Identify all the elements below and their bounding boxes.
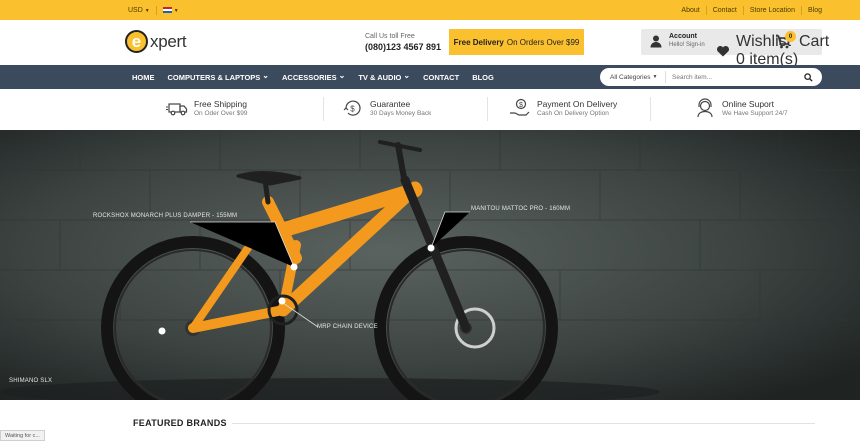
cart-link[interactable]: 0 Cart <box>775 31 830 51</box>
divider <box>155 6 157 15</box>
nav-item-label: TV & AUDIO <box>358 72 402 82</box>
top-bar: USD ▼ ▼ About Contact Store Location Blog <box>0 0 860 20</box>
top-bar-left: USD ▼ ▼ <box>128 6 179 15</box>
feature-title: Payment On Delivery <box>537 98 618 109</box>
free-delivery-banner: Free Delivery On Orders Over $99 <box>449 29 584 55</box>
feature-free-shipping: Free Shipping On Oder Over $99 <box>166 98 247 118</box>
divider <box>487 97 488 121</box>
nav-item-computers-laptops[interactable]: COMPUTERS & LAPTOPS ⌄ <box>167 71 270 82</box>
search-button[interactable] <box>794 68 822 86</box>
truck-icon <box>166 103 188 116</box>
delivery-text: On Orders Over $99 <box>506 37 580 47</box>
cash-hand-icon: $ <box>510 98 530 116</box>
svg-text:$: $ <box>350 105 355 114</box>
call-label: Call Us toll Free <box>365 33 415 40</box>
logo[interactable]: e xpert <box>125 30 187 53</box>
feature-title: Online Suport <box>722 98 774 109</box>
nav-item-accessories[interactable]: ACCESSORIES ⌄ <box>282 71 346 82</box>
account-panel: Account Hello! Sign-in Wishlist 0 item(s… <box>641 29 829 68</box>
logo-mark: e <box>125 30 148 53</box>
feature-title: Guarantee <box>370 98 411 109</box>
divider <box>323 97 324 121</box>
user-icon <box>650 35 662 48</box>
feature-guarantee: $ Guarantee 30 Days Money Back <box>342 98 431 118</box>
nav-item-blog[interactable]: BLOG <box>472 73 494 82</box>
nav-item-label: BLOG <box>472 72 494 82</box>
delivery-bold: Free Delivery <box>453 37 504 47</box>
feature-subtitle: We Have Support 24/7 <box>722 109 788 117</box>
feature-title: Free Shipping <box>194 98 247 109</box>
search-input[interactable] <box>666 73 794 81</box>
top-link-blog[interactable]: Blog <box>808 7 822 14</box>
nav-item-label: ACCESSORIES <box>282 72 337 82</box>
nav-item-label: CONTACT <box>423 72 460 82</box>
features-bar: Free Shipping On Oder Over $99 $ Guarant… <box>0 89 860 130</box>
browser-status-bar: Waiting for c... <box>0 430 45 441</box>
phone-number[interactable]: (080)123 4567 891 <box>365 42 441 53</box>
divider <box>800 6 802 15</box>
account-link[interactable]: Account Hello! Sign-in <box>649 33 705 49</box>
feature-subtitle: 30 Days Money Back <box>370 109 432 117</box>
account-subtitle: Hello! Sign-in <box>669 42 705 48</box>
nav-item-tv-audio[interactable]: TV & AUDIO ⌄ <box>358 71 411 82</box>
divider <box>742 6 744 15</box>
feature-payment-on-delivery: $ Payment On Delivery Cash On Delivery O… <box>509 98 617 118</box>
feature-online-support: Online Suport We Have Support 24/7 <box>694 98 788 118</box>
us-flag-icon <box>162 7 172 14</box>
section-divider <box>232 423 815 424</box>
language-select[interactable]: ▼ <box>162 7 179 14</box>
money-back-icon: $ <box>343 100 361 116</box>
cart-label: Cart <box>799 33 830 50</box>
divider <box>705 6 707 15</box>
featured-brands-section: FEATURED BRANDS <box>0 400 860 441</box>
nav-item-label: COMPUTERS & LAPTOPS <box>167 72 261 82</box>
nav-item-contact[interactable]: CONTACT <box>423 73 459 82</box>
search-category-label: All Categories <box>610 73 651 81</box>
top-link-store-location[interactable]: Store Location <box>750 7 795 14</box>
chevron-down-icon: ⌄ <box>338 71 346 80</box>
search-category-select[interactable]: All Categories ▼ <box>600 71 666 83</box>
svg-text:$: $ <box>519 102 523 109</box>
callout-damper[interactable]: ROCKSHOX MONARCH PLUS DAMPER - 155MM <box>93 213 237 219</box>
currency-select[interactable]: USD ▼ <box>128 7 150 14</box>
account-title: Account <box>669 33 697 40</box>
chevron-down-icon: ⌄ <box>262 71 269 80</box>
nav-items: HOME COMPUTERS & LAPTOPS ⌄ ACCESSORIES ⌄ TV &… <box>132 65 507 89</box>
callout-chain-device[interactable]: MRP CHAIN DEVICE <box>317 324 378 330</box>
cart-count-badge: 0 <box>785 31 796 42</box>
callout-fork[interactable]: MANITOU MATTOC PRO - 160MM <box>471 206 570 212</box>
nav-item-home[interactable]: HOME <box>132 73 155 82</box>
feature-subtitle: On Oder Over $99 <box>194 109 248 117</box>
callout-drivetrain[interactable]: SHIMANO SLX <box>9 378 52 384</box>
top-link-about[interactable]: About <box>681 7 699 14</box>
top-link-contact[interactable]: Contact <box>713 7 737 14</box>
divider <box>650 97 651 121</box>
support-agent-icon <box>697 98 713 118</box>
logo-text: xpert <box>150 31 187 51</box>
header: e xpert Call Us toll Free (080)123 4567 … <box>0 20 860 68</box>
main-nav: HOME COMPUTERS & LAPTOPS ⌄ ACCESSORIES ⌄ TV &… <box>0 65 860 89</box>
nav-item-label: HOME <box>132 72 155 82</box>
chevron-down-icon: ⌄ <box>403 71 411 80</box>
search-icon <box>803 72 813 82</box>
call-info: Call Us toll Free (080)123 4567 891 <box>365 31 441 53</box>
bike-illustration <box>0 130 860 400</box>
hero-banner[interactable]: ROCKSHOX MONARCH PLUS DAMPER - 155MM MAN… <box>0 130 860 400</box>
top-links: About Contact Store Location Blog <box>681 6 822 15</box>
heart-icon <box>716 45 730 57</box>
search-bar: All Categories ▼ <box>600 68 822 86</box>
section-title: FEATURED BRANDS <box>133 418 227 428</box>
feature-subtitle: Cash On Delivery Option <box>537 109 609 117</box>
cart-icon-wrap: 0 <box>775 31 796 50</box>
